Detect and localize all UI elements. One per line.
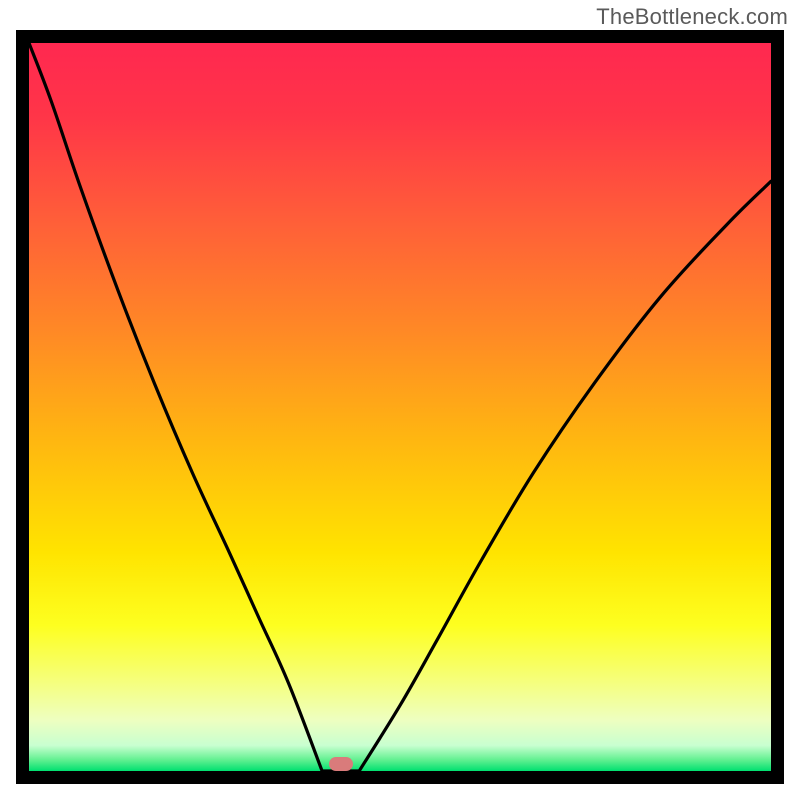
vertex-marker <box>329 757 353 771</box>
plot-area <box>29 43 771 771</box>
watermark-text: TheBottleneck.com <box>596 4 788 30</box>
bottleneck-curve <box>29 43 771 771</box>
